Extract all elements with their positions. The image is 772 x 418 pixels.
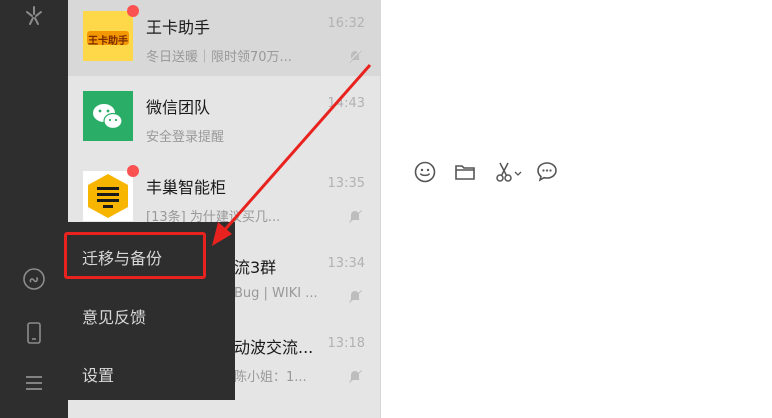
mute-icon (347, 48, 363, 64)
wechat-avatar (83, 91, 133, 141)
mute-icon (347, 208, 363, 224)
chat-item[interactable]: 王卡助手 王卡助手 16:32 冬日送暖｜限时领70万... (68, 0, 381, 76)
menu-item-feedback[interactable]: 意见反馈 (82, 304, 146, 328)
chat-preview: 安全登录提醒 (146, 130, 225, 145)
unread-dot (127, 165, 139, 177)
chat-name: 微信团队 (146, 98, 211, 117)
chat-preview: 陈小姐：1... (234, 370, 307, 385)
unread-dot (127, 5, 139, 17)
wangka-logo-text: 王卡助手 (88, 36, 128, 47)
chat-item[interactable]: 微信团队 14:43 安全登录提醒 (68, 76, 381, 156)
menu-icon[interactable] (18, 367, 50, 399)
chat-time: 13:34 (327, 256, 365, 271)
wangka-avatar: 王卡助手 (83, 5, 139, 61)
screenshot-icon[interactable] (493, 160, 523, 184)
chat-time: 13:35 (327, 176, 365, 191)
mini-program-icon[interactable] (18, 263, 50, 295)
chat-name: 流3群 (234, 258, 277, 277)
list-divider (380, 0, 381, 418)
moments-icon[interactable] (18, 0, 50, 32)
chat-name: 动波交流... (234, 338, 314, 357)
mute-icon (347, 368, 363, 384)
highlight-box (64, 232, 206, 279)
chat-history-icon[interactable] (535, 160, 559, 184)
chat-time: 16:32 (327, 16, 365, 31)
folder-icon[interactable] (453, 160, 477, 184)
chat-preview: 冬日送暖｜限时领70万... (146, 50, 292, 65)
mute-icon (347, 288, 363, 304)
phone-icon[interactable] (18, 317, 50, 349)
menu-item-settings[interactable]: 设置 (82, 362, 114, 386)
chat-time: 14:43 (327, 96, 365, 111)
chat-name: 王卡助手 (146, 18, 211, 37)
chat-time: 13:18 (327, 336, 365, 351)
chat-name: 丰巢智能柜 (146, 178, 227, 197)
emoji-icon[interactable] (413, 160, 437, 184)
sidebar-rail (0, 0, 68, 418)
chat-preview: Bug | WIKI ... (234, 286, 318, 301)
hive-box-avatar (83, 165, 139, 221)
